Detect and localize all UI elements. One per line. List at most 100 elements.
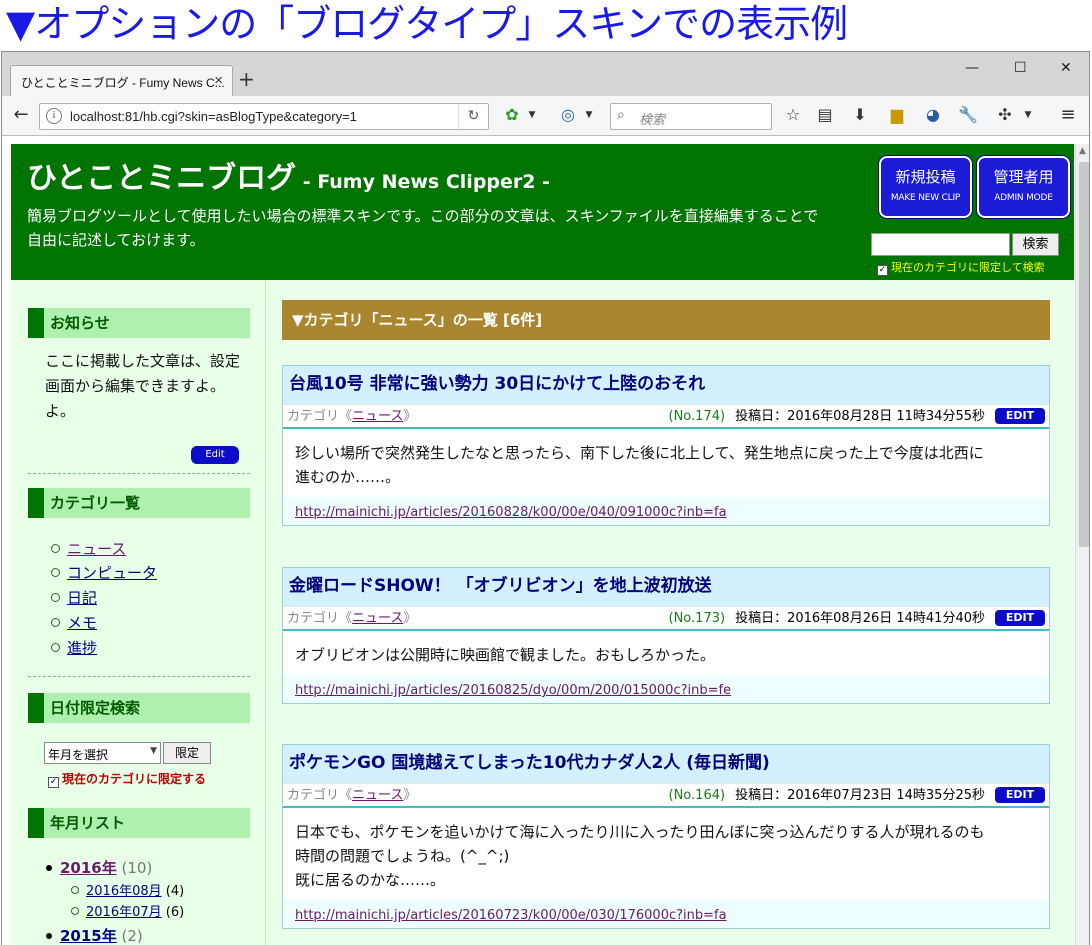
post-category: カテゴリ《ニュース》 [287, 405, 416, 429]
post-edit-button[interactable]: EDIT [995, 408, 1045, 424]
addon-green-icon[interactable]: ✿ [502, 106, 522, 124]
post-title[interactable]: 台風10号 非常に強い勢力 30日にかけて上陸のおそれ [283, 366, 1049, 404]
month-item-2016-07[interactable]: 2016年07月 (6) [71, 901, 184, 920]
year-count: (2) [121, 927, 143, 945]
addon-globe-icon[interactable]: ◎ [558, 106, 578, 124]
month-link[interactable]: 2016年08月 [86, 884, 162, 899]
month-link[interactable]: 2016年07月 [86, 905, 162, 920]
site-title[interactable]: ひとことミニブログ - Fumy News Clipper2 - [27, 153, 550, 197]
addon-chart-icon[interactable]: ◕ [923, 106, 943, 124]
site-info-icon[interactable]: i [46, 108, 62, 124]
back-arrow-icon[interactable]: ← [10, 106, 32, 124]
sidebar-category-computer[interactable]: コンピュータ [51, 562, 157, 583]
category-link[interactable]: ニュース [67, 540, 126, 558]
post-meta: カテゴリ《ニュース》 (No.164) 投稿日：2016年07月23日 14時35… [283, 783, 1049, 808]
addon-image-icon[interactable]: ▆ [887, 106, 907, 124]
addon-bug-icon[interactable]: ✣ [995, 106, 1015, 124]
page-viewport: ひとことミニブログ - Fumy News Clipper2 - 簡易ブログツー… [11, 144, 1074, 945]
year-item-2016[interactable]: 2016年 (10) [46, 857, 152, 878]
category-suffix: 》 [403, 611, 417, 626]
sidebar-category-diary[interactable]: 日記 [51, 587, 97, 608]
month-select[interactable]: 年月を選択 ▼ [44, 742, 161, 764]
post-link-row: http://mainichi.jp/articles/20160723/k00… [283, 900, 1049, 928]
post-link-row: http://mainichi.jp/articles/20160828/k00… [283, 497, 1049, 525]
disc-bullet-icon [46, 865, 52, 871]
bookmark-star-icon[interactable]: ☆ [783, 106, 803, 124]
reload-icon[interactable]: ↻ [458, 104, 488, 129]
checkbox-checked-icon[interactable]: ✓ [48, 777, 59, 788]
wrench-icon[interactable]: 🔧 [958, 106, 978, 124]
hamburger-menu-icon[interactable]: ≡ [1058, 106, 1078, 124]
search-limit-label: 現在のカテゴリに限定して検索 [891, 261, 1045, 274]
post-date: 投稿日：2016年08月26日 14時41分40秒 [735, 611, 985, 626]
category-suffix: 》 [403, 409, 417, 424]
post-category-link[interactable]: ニュース [352, 788, 403, 803]
month-item-2016-08[interactable]: 2016年08月 (4) [71, 880, 184, 899]
post-source-link[interactable]: http://mainichi.jp/articles/20160825/dyo… [295, 683, 731, 698]
url-text[interactable]: localhost:81/hb.cgi?skin=asBlogType&cate… [70, 109, 357, 124]
month-select-value: 年月を選択 [48, 748, 109, 762]
checkbox-checked-icon[interactable]: ✓ [877, 265, 888, 276]
close-window-icon[interactable]: ✕ [1060, 60, 1072, 76]
download-icon[interactable]: ⬇ [850, 106, 870, 124]
post-title[interactable]: ポケモンGO 国境越えてしまった10代カナダ人2人 (毎日新聞) [283, 745, 1049, 783]
circle-bullet-icon [51, 544, 60, 553]
post-category-link[interactable]: ニュース [352, 611, 403, 626]
navigation-toolbar: ← i localhost:81/hb.cgi?skin=asBlogType&… [2, 96, 1089, 136]
header-search-input[interactable] [871, 233, 1010, 256]
post-meta-right: (No.174) 投稿日：2016年08月28日 11時34分55秒 EDIT [669, 405, 1045, 429]
post-body-line: 珍しい場所で突然発生したなと思ったら、南下した後に北上して、発生地点に戻った上で… [295, 444, 984, 462]
post-edit-button[interactable]: EDIT [995, 787, 1045, 803]
date-limit-button[interactable]: 限定 [163, 742, 211, 764]
category-suffix: 》 [403, 788, 417, 803]
date-limit-checkbox[interactable]: ✓ 現在のカテゴリに限定する [48, 770, 206, 788]
category-prefix: カテゴリ《 [287, 788, 353, 803]
maximize-icon[interactable]: ☐ [1014, 60, 1027, 76]
post-title[interactable]: 金曜ロードSHOW！ 「オブリビオン」を地上波初放送 [283, 568, 1049, 606]
category-prefix: カテゴリ《 [287, 611, 353, 626]
scrollbar-thumb[interactable] [1079, 162, 1089, 547]
search-limit-checkbox[interactable]: ✓ 現在のカテゴリに限定して検索 [877, 259, 1045, 276]
post-source-link[interactable]: http://mainichi.jp/articles/20160723/k00… [295, 908, 727, 923]
addon-dropdown-icon[interactable]: ▼ [526, 106, 538, 124]
addon-dropdown-icon-2[interactable]: ▼ [583, 106, 595, 124]
site-subtitle: - Fumy News Clipper2 - [296, 171, 550, 193]
sidebar-category-memo[interactable]: メモ [51, 612, 97, 633]
header-search-button[interactable]: 検索 [1012, 233, 1059, 256]
post-number: (No.164) [668, 788, 726, 803]
year-link[interactable]: 2016年 [60, 859, 117, 877]
post-entry: 台風10号 非常に強い勢力 30日にかけて上陸のおそれ カテゴリ《ニュース》 (… [282, 365, 1050, 526]
vertical-scrollbar[interactable]: ▲ [1075, 144, 1089, 945]
post-body-line: オブリビオンは公開時に映画館で観ました。おもしろかった。 [295, 646, 716, 664]
minimize-icon[interactable]: — [965, 60, 979, 76]
category-link[interactable]: コンピュータ [67, 564, 157, 582]
addon-dropdown-icon-3[interactable]: ▼ [1022, 106, 1034, 124]
category-link[interactable]: 進捗 [67, 639, 97, 657]
browser-tab[interactable]: ひとことミニブログ - Fumy News C... × [10, 65, 233, 96]
site-header: ひとことミニブログ - Fumy News Clipper2 - 簡易ブログツー… [11, 144, 1074, 280]
post-category-link[interactable]: ニュース [352, 409, 403, 424]
category-link[interactable]: メモ [67, 614, 97, 632]
post-source-link[interactable]: http://mainichi.jp/articles/20160828/k00… [295, 505, 727, 520]
new-post-button[interactable]: 新規投稿 MAKE NEW CLIP [879, 156, 972, 218]
year-link[interactable]: 2015年 [60, 927, 117, 945]
category-link[interactable]: 日記 [67, 589, 97, 607]
post-meta-right: (No.173) 投稿日：2016年08月26日 14時41分40秒 EDIT [669, 607, 1045, 631]
post-edit-button[interactable]: EDIT [995, 610, 1045, 626]
notice-edit-button[interactable]: Edit [191, 446, 239, 464]
site-title-text[interactable]: ひとことミニブログ [27, 161, 296, 196]
admin-mode-button[interactable]: 管理者用 ADMIN MODE [977, 156, 1070, 218]
year-count: (10) [121, 859, 153, 877]
year-item-2015[interactable]: 2015年 (2) [46, 925, 143, 945]
admin-label: 管理者用 [993, 168, 1054, 186]
new-tab-button[interactable]: + [238, 69, 255, 89]
sidebar-category-news[interactable]: ニュース [51, 538, 126, 559]
scroll-up-icon[interactable]: ▲ [1079, 146, 1086, 156]
post-meta: カテゴリ《ニュース》 (No.173) 投稿日：2016年08月26日 14時41… [283, 606, 1049, 631]
tab-close-icon[interactable]: × [214, 72, 223, 89]
search-box[interactable]: ⌕ 検索 [610, 103, 772, 130]
reader-list-icon[interactable]: ▤ [815, 106, 835, 124]
circle-bullet-icon [51, 593, 60, 602]
url-bar[interactable]: i localhost:81/hb.cgi?skin=asBlogType&ca… [39, 103, 489, 130]
sidebar-category-progress[interactable]: 進捗 [51, 637, 97, 658]
